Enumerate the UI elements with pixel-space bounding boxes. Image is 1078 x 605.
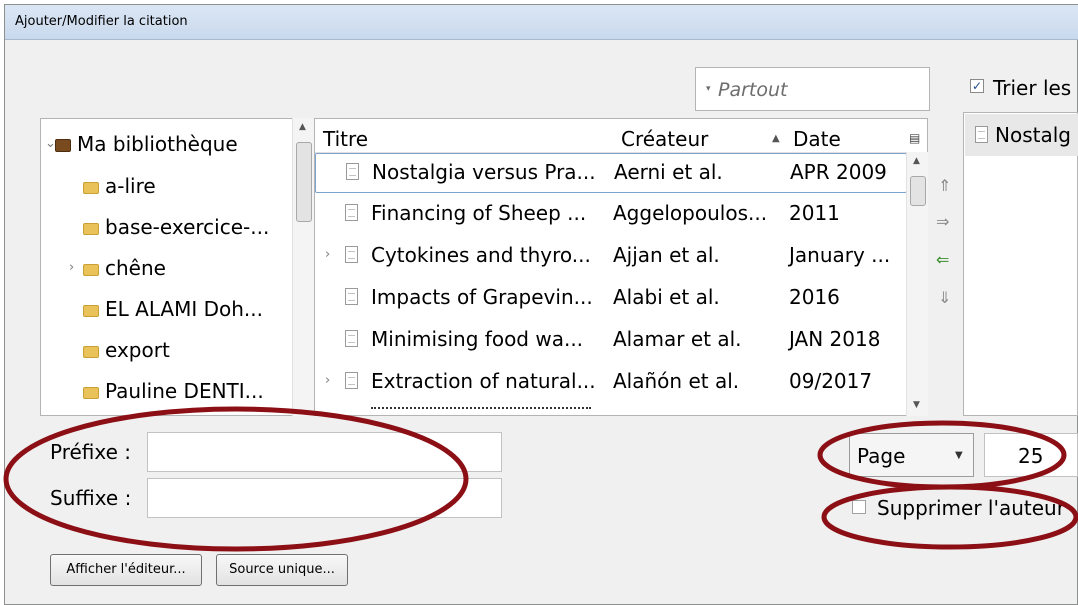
folder-icon	[83, 222, 99, 235]
move-down-arrow-icon[interactable]: ⇓	[938, 288, 951, 307]
locator-value: 25	[1018, 444, 1044, 468]
row-creator: Ajjan et al.	[613, 243, 720, 267]
expand-chevron-icon[interactable]: ›	[325, 247, 330, 262]
document-icon	[975, 126, 988, 143]
suffix-label: Suffixe :	[50, 486, 132, 510]
add-citation-arrow-icon[interactable]: ⇒	[936, 212, 949, 231]
row-creator: Alañón et al.	[613, 369, 740, 393]
suppress-author-label: Supprimer l'auteur	[877, 496, 1065, 520]
folder-icon	[83, 345, 99, 358]
row-title: Impacts of Grapevin...	[371, 285, 593, 309]
folder-icon	[83, 263, 99, 276]
collection-item[interactable]: a-lire	[83, 174, 156, 198]
table-row[interactable]: Financing of Sheep ... Aggelopoulos... 2…	[315, 195, 907, 235]
cited-items-list[interactable]: Nostalg	[963, 112, 1078, 416]
document-icon	[345, 246, 358, 263]
column-header-creator[interactable]: Créateur	[621, 127, 708, 151]
scroll-thumb[interactable]	[296, 142, 312, 222]
collections-scrollbar[interactable]: ▲	[292, 118, 314, 416]
table-row[interactable]: › Extraction of natural... Alañón et al.…	[315, 363, 907, 403]
document-icon	[345, 372, 358, 389]
collection-item[interactable]: › chêne	[69, 256, 166, 280]
document-icon	[345, 288, 358, 305]
suffix-input[interactable]	[147, 478, 502, 518]
row-title: Extraction of natural...	[371, 369, 596, 393]
expand-chevron-icon[interactable]: ›	[325, 373, 330, 388]
suppress-author-checkbox[interactable]	[852, 500, 866, 514]
expand-chevron-icon[interactable]: ›	[69, 260, 74, 275]
collection-label: chêne	[105, 256, 166, 280]
library-icon	[55, 139, 71, 152]
folder-icon	[83, 386, 99, 399]
folder-icon	[83, 304, 99, 317]
cited-item[interactable]: Nostalg	[965, 114, 1078, 156]
document-icon	[345, 330, 358, 347]
dropdown-caret-icon[interactable]: ▼	[955, 450, 963, 461]
row-creator: Aggelopoulos...	[613, 201, 768, 225]
search-mode-dropdown-icon[interactable]: ▾	[706, 84, 711, 94]
move-up-arrow-icon[interactable]: ⇑	[938, 176, 951, 195]
row-date: 2011	[789, 201, 840, 225]
show-editor-button[interactable]: Afficher l'éditeur...	[50, 554, 202, 586]
collection-label: a-lire	[105, 174, 156, 198]
collection-label: Ma bibliothèque	[77, 132, 238, 156]
table-row[interactable]: Minimising food wa... Alamar et al. JAN …	[315, 321, 907, 361]
table-row-partial	[315, 405, 907, 415]
column-picker-icon[interactable]: ▤	[909, 131, 920, 145]
window-title: Ajouter/Modifier la citation	[15, 14, 188, 29]
scroll-thumb[interactable]	[910, 176, 926, 206]
document-icon	[346, 163, 359, 180]
scroll-up-icon[interactable]: ▲	[299, 122, 306, 132]
collection-label: export	[105, 338, 170, 362]
folder-icon	[83, 181, 99, 194]
cited-item-title: Nostalg	[995, 123, 1071, 147]
locator-type-value: Page	[857, 444, 906, 468]
sort-label: Trier les	[993, 76, 1072, 100]
cut-off-text	[371, 407, 591, 415]
row-title: Financing of Sheep ...	[371, 201, 587, 225]
table-row[interactable]: Nostalgia versus Pra... Aerni et al. APR…	[315, 153, 907, 193]
items-scrollbar[interactable]: ▲ ▼	[906, 152, 928, 416]
row-date: 2016	[789, 285, 840, 309]
single-source-button[interactable]: Source unique...	[216, 554, 348, 586]
row-creator: Alamar et al.	[613, 327, 742, 351]
column-header-title[interactable]: Titre	[323, 127, 368, 151]
collection-label: Pauline DENTI...	[105, 379, 264, 403]
collection-item[interactable]: export	[83, 338, 170, 362]
search-placeholder: Partout	[718, 79, 788, 101]
row-date: JAN 2018	[789, 327, 881, 351]
items-table[interactable]: Titre Créateur ▲ Date ▤ Nostalgia versus…	[314, 118, 928, 416]
collection-item[interactable]: EL ALAMI Doh...	[83, 297, 263, 321]
row-date: 09/2017	[789, 369, 873, 393]
sort-checkbox[interactable]: ✓	[970, 79, 984, 93]
row-date: APR 2009	[790, 160, 887, 184]
row-date: January ...	[789, 243, 891, 267]
row-title: Cytokines and thyro...	[371, 243, 591, 267]
column-header-date[interactable]: Date	[793, 127, 841, 151]
collection-item[interactable]: base-exercice-...	[83, 215, 269, 239]
prefix-input[interactable]	[147, 432, 502, 472]
row-creator: Alabi et al.	[613, 285, 720, 309]
sort-ascending-icon: ▲	[772, 133, 780, 144]
row-title: Minimising food wa...	[371, 327, 584, 351]
collections-pane[interactable]: ⌄ Ma bibliothèque a-lire base-exercice-.…	[40, 118, 314, 416]
row-title: Nostalgia versus Pra...	[372, 160, 596, 184]
collection-label: base-exercice-...	[105, 215, 270, 239]
row-creator: Aerni et al.	[614, 160, 723, 184]
remove-citation-arrow-icon[interactable]: ⇐	[936, 250, 949, 269]
prefix-label: Préfixe :	[50, 440, 132, 464]
collection-item[interactable]: Pauline DENTI...	[83, 379, 264, 403]
table-row[interactable]: Impacts of Grapevin... Alabi et al. 2016	[315, 279, 907, 319]
scroll-up-icon[interactable]: ▲	[913, 156, 920, 166]
collection-item-library[interactable]: ⌄ Ma bibliothèque	[45, 132, 238, 156]
title-bar: Ajouter/Modifier la citation	[5, 5, 1078, 40]
collection-label: EL ALAMI Doh...	[105, 297, 263, 321]
table-row[interactable]: › Cytokines and thyro... Ajjan et al. Ja…	[315, 237, 907, 277]
document-icon	[345, 204, 358, 221]
collapse-chevron-icon[interactable]: ⌄	[45, 136, 56, 151]
scroll-down-icon[interactable]: ▼	[913, 400, 920, 410]
